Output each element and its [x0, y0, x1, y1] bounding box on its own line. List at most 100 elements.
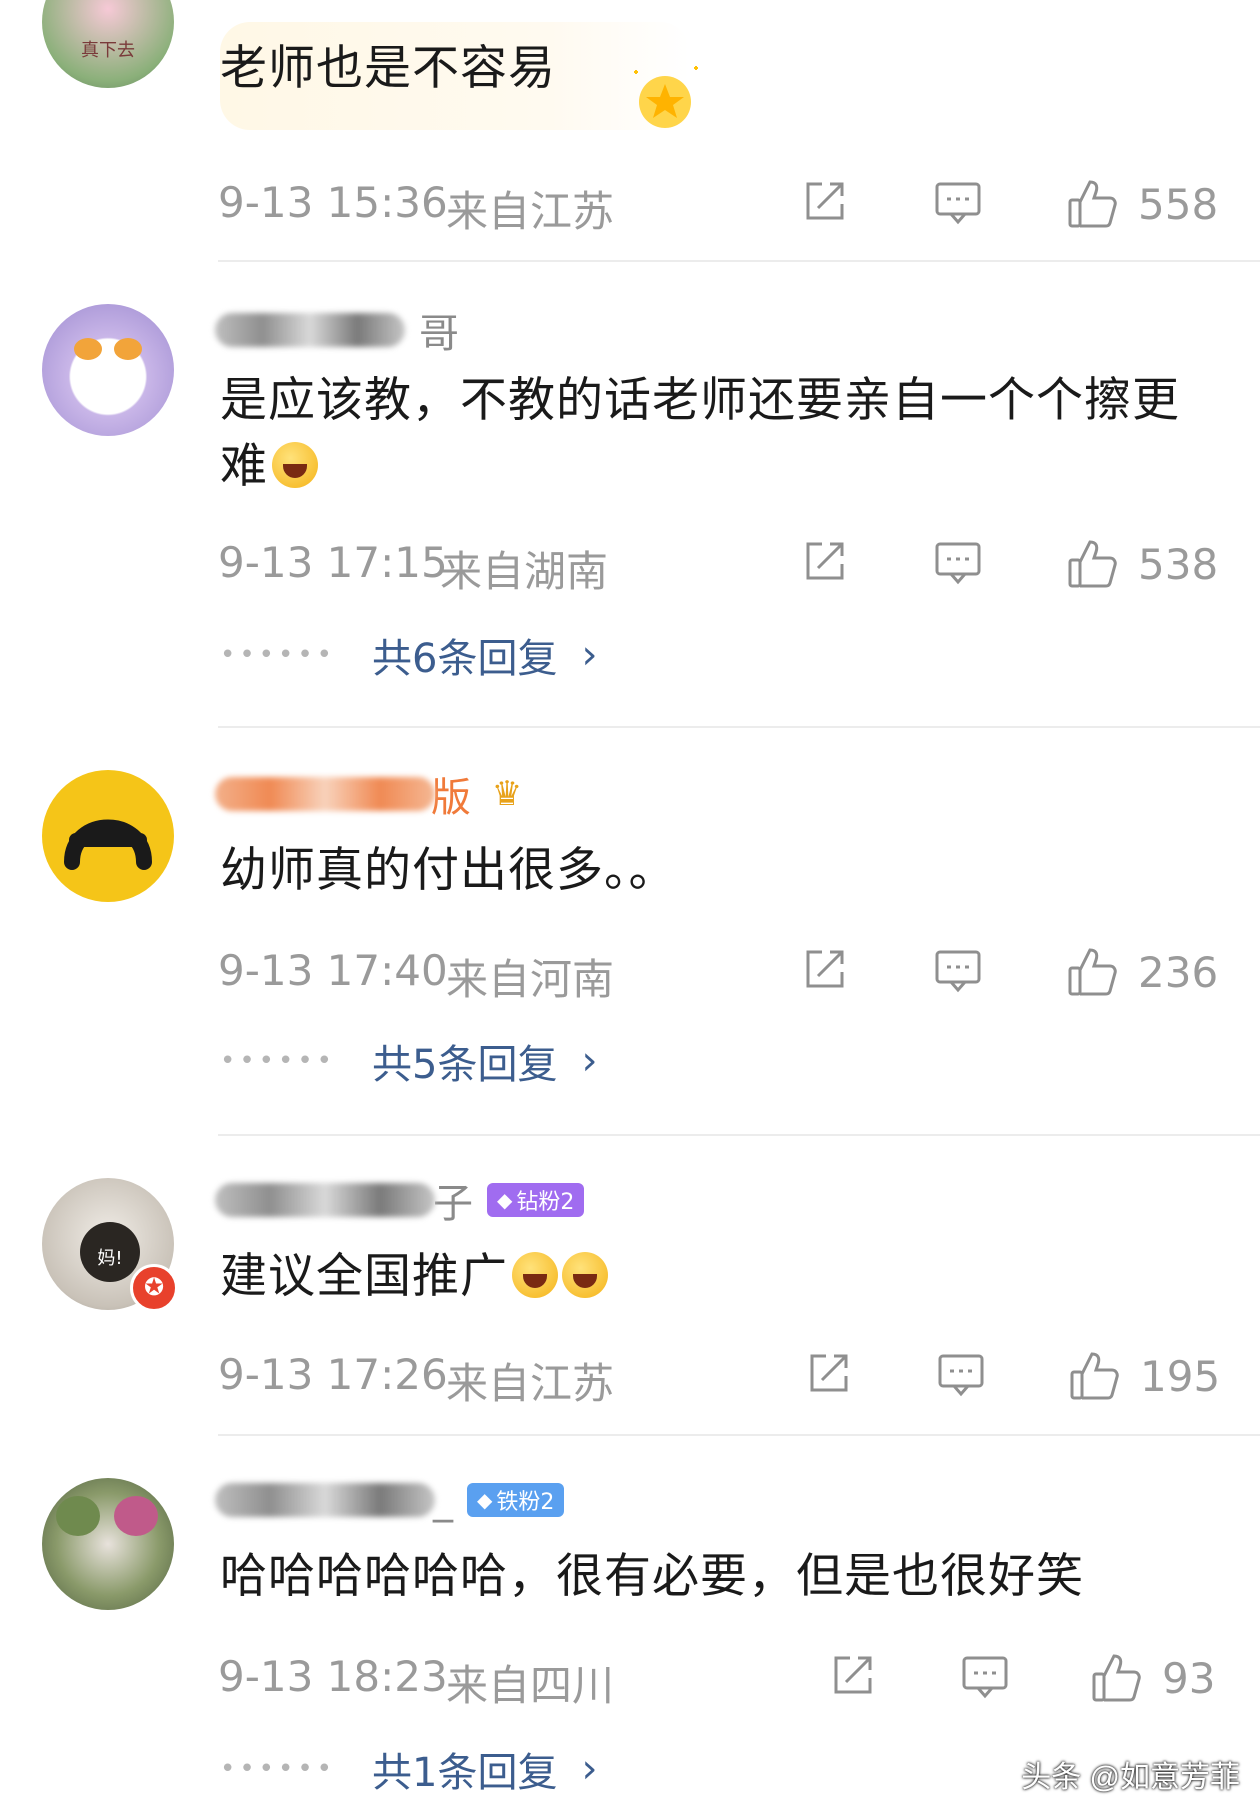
username-suffix: 版: [431, 775, 471, 821]
laughing-crying-emoji-icon: [272, 442, 318, 488]
share-icon: [806, 542, 844, 580]
fan-level-badge: ◆ 铁粉2: [467, 1483, 565, 1517]
like-button[interactable]: 538: [1066, 538, 1218, 590]
username[interactable]: _ ◆ 铁粉2: [215, 1476, 565, 1524]
comment-button[interactable]: [960, 1652, 1010, 1700]
comment-location: 来自江苏: [446, 187, 615, 236]
like-button[interactable]: 195: [1068, 1350, 1220, 1402]
view-replies-link[interactable]: •••••• 共6条回复 ›: [220, 630, 598, 682]
like-count: 558: [1138, 179, 1219, 229]
chevron-right-icon: ›: [581, 1746, 598, 1792]
username-redacted: [215, 777, 435, 811]
chevron-right-icon: ›: [581, 1038, 598, 1084]
comment-location: 来自湖南: [440, 547, 609, 596]
diamond-icon: ◆: [477, 1488, 493, 1512]
fan-level-badge: ◆ 钻粉2: [487, 1183, 585, 1217]
thumbs-up-icon: [1068, 948, 1117, 996]
avatar-caption: 妈!: [97, 1248, 123, 1269]
comment-location: 来自河南: [446, 955, 615, 1004]
comment-text: 幼师真的付出很多。。: [220, 843, 677, 898]
divider: [218, 260, 1260, 262]
like-button[interactable]: 558: [1066, 178, 1218, 230]
crown-icon: ♛: [491, 774, 523, 814]
comment-time: 9-13 17:15: [218, 538, 448, 587]
avatar-detail: [114, 1496, 158, 1536]
chevron-right-icon: ›: [581, 632, 598, 678]
like-count: 538: [1138, 539, 1219, 589]
comment-text: 建议全国推广: [220, 1244, 1190, 1310]
avatar-detail: [114, 338, 142, 360]
divider: [218, 1434, 1260, 1436]
username[interactable]: 哥: [215, 306, 459, 357]
share-button[interactable]: [804, 1350, 852, 1398]
comment-location: 来自江苏: [446, 1359, 615, 1408]
thumbs-up-icon: [1068, 180, 1117, 228]
fan-level-label: 铁粉2: [496, 1490, 555, 1515]
share-icon: [806, 950, 844, 988]
comment-icon: [935, 542, 981, 585]
comment-icon: [935, 950, 981, 993]
like-button[interactable]: 236: [1066, 946, 1218, 998]
comment-meta: 9-13 18:23 来自四川 93: [218, 1652, 1218, 1710]
avatar[interactable]: [42, 1478, 174, 1610]
avatar-logo-icon: [64, 819, 152, 870]
reply-dots: ••••••: [220, 1046, 337, 1076]
fan-level-label: 钻粉2: [516, 1190, 575, 1215]
comment-location: 来自四川: [446, 1661, 615, 1710]
like-count: 236: [1138, 947, 1219, 997]
grinning-emoji-icon: [562, 1252, 608, 1298]
avatar-caption: 真下去: [81, 40, 135, 61]
username-redacted: [215, 1183, 435, 1217]
username-suffix: 子: [433, 1181, 473, 1227]
grinning-emoji-icon: [512, 1252, 558, 1298]
avatar-detail: [56, 1496, 100, 1536]
comment-meta: 9-13 17:26 来自江苏 195: [218, 1350, 1220, 1408]
comment-text: 老师也是不容易: [220, 41, 556, 96]
share-button[interactable]: [828, 1652, 876, 1700]
comment-icon: [962, 1656, 1008, 1699]
reply-count: 共6条回复: [372, 636, 558, 682]
reply-dots: ••••••: [220, 640, 337, 670]
reply-dots: ••••••: [220, 1754, 337, 1784]
share-button[interactable]: [800, 946, 848, 994]
comment-time: 9-13 18:23: [218, 1652, 448, 1701]
avatar[interactable]: [42, 304, 174, 436]
comment-text-content: 是应该教，不教的话老师还要亲自一个个擦更难: [220, 373, 1180, 494]
comment-button[interactable]: [933, 178, 983, 226]
view-replies-link[interactable]: •••••• 共5条回复 ›: [220, 1036, 598, 1088]
like-count: 93: [1162, 1653, 1216, 1703]
thumbs-up-icon: [1092, 1654, 1141, 1702]
divider: [218, 1134, 1260, 1136]
share-icon: [834, 1656, 872, 1694]
comment-icon: [935, 182, 981, 225]
view-replies-link[interactable]: •••••• 共1条回复 ›: [220, 1744, 598, 1796]
username-suffix: _: [433, 1477, 453, 1523]
share-button[interactable]: [800, 178, 848, 226]
username[interactable]: 子 ◆ 钻粉2: [215, 1176, 585, 1227]
avatar[interactable]: [42, 770, 174, 902]
watermark: 头条 @如意芳菲: [1021, 1761, 1240, 1794]
comment-button[interactable]: [933, 538, 983, 586]
share-button[interactable]: [800, 538, 848, 586]
like-button[interactable]: 93: [1090, 1652, 1215, 1704]
reply-count: 共1条回复: [372, 1750, 558, 1796]
comment-time: 9-13 17:40: [218, 946, 448, 995]
username-suffix: 哥: [419, 311, 459, 357]
thumbs-up-icon: [1068, 540, 1117, 588]
diamond-icon: ◆: [497, 1188, 513, 1212]
avatar-detail: [74, 338, 102, 360]
avatar[interactable]: 真下去: [42, 0, 174, 88]
comment-time: 9-13 15:36: [218, 178, 448, 227]
comment-meta: 9-13 17:40 来自河南 236: [218, 946, 1218, 1004]
comment-button[interactable]: [936, 1350, 986, 1398]
comment-button[interactable]: [933, 946, 983, 994]
reply-count: 共5条回复: [372, 1042, 558, 1088]
username[interactable]: 版 ♛: [215, 770, 529, 821]
comment-text: 哈哈哈哈哈哈，很有必要，但是也很好笑: [220, 1549, 1084, 1604]
comment-text: 是应该教，不教的话老师还要亲自一个个擦更难: [220, 368, 1190, 500]
share-icon: [810, 1354, 848, 1392]
comment-time: 9-13 17:26: [218, 1350, 448, 1399]
username-redacted: [215, 1483, 435, 1517]
share-icon: [806, 182, 844, 220]
comment-meta: 9-13 17:15 来自湖南 538: [218, 538, 1218, 596]
